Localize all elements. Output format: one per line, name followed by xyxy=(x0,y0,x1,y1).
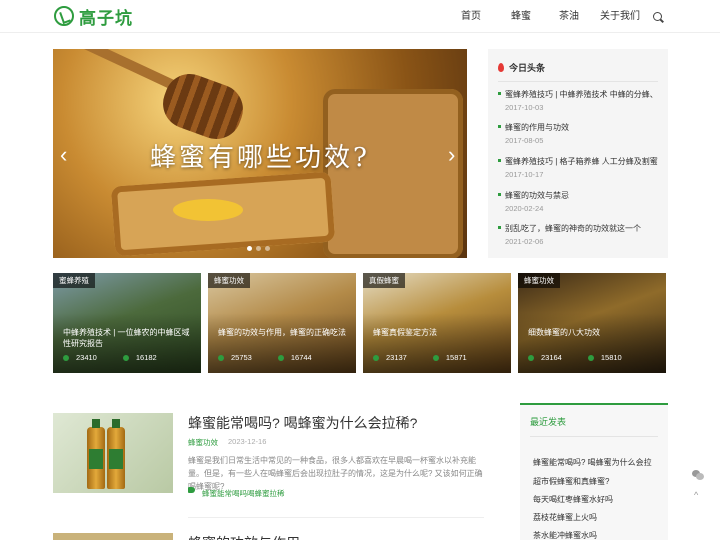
card-tag[interactable]: 真假蜂蜜 xyxy=(363,273,405,288)
card-title[interactable]: 蜂蜜真假鉴定方法 xyxy=(373,327,503,338)
slider-dots xyxy=(247,246,270,251)
headline-date: 2017-10-03 xyxy=(505,103,544,112)
eye-icon xyxy=(528,354,534,361)
headline-title[interactable]: 蜂蜜的作用与功效 xyxy=(498,122,658,133)
slider-dot[interactable] xyxy=(247,246,252,251)
card-title[interactable]: 中蜂养殖技术 | 一位蜂农的中蜂区域性研究报告 xyxy=(63,327,193,349)
slider-prev-icon[interactable]: ‹ xyxy=(60,142,67,168)
headline-date: 2021-02-06 xyxy=(505,237,544,246)
fire-icon xyxy=(498,63,504,72)
article-thumbnail[interactable] xyxy=(53,413,173,493)
site-header: 高子坑 首页 蜂蜜 茶油 关于我们 xyxy=(0,0,720,33)
eye-icon xyxy=(63,354,69,361)
comment-icon xyxy=(122,354,129,361)
slider-honey xyxy=(173,199,243,221)
article-title[interactable]: 蜂蜜能常喝吗? 喝蜂蜜为什么会拉稀? xyxy=(188,413,417,433)
headline-item[interactable]: 蜜蜂养殖技巧 | 格子箱养蜂 人工分蜂及割蜜管 2017-10-17 xyxy=(498,156,658,179)
logo-text: 高子坑 xyxy=(79,8,133,28)
card-views: 23137 xyxy=(386,353,407,362)
recent-post-link[interactable]: 茶水能冲蜂蜜水吗 xyxy=(533,530,597,540)
honey-bottle xyxy=(107,419,125,489)
category-card[interactable]: 蜂蜜功效 细数蜂蜜的八大功效 23164 15810 xyxy=(518,273,666,373)
article-tag[interactable]: 蜂蜜能常喝吗 xyxy=(202,488,247,499)
slider-dot[interactable] xyxy=(256,246,261,251)
card-views: 25753 xyxy=(231,353,252,362)
card-title[interactable]: 蜂蜜的功效与作用，蜂蜜的正确吃法 xyxy=(218,327,348,338)
card-title[interactable]: 细数蜂蜜的八大功效 xyxy=(528,327,658,338)
logo-icon xyxy=(54,6,74,26)
article-category[interactable]: 蜂蜜功效 xyxy=(188,437,218,448)
recent-posts-title: 最近发表 xyxy=(530,415,658,437)
card-meta: 23164 15810 xyxy=(528,353,622,362)
headlines-title: 今日头条 xyxy=(509,63,546,73)
card-tag[interactable]: 蜂蜜功效 xyxy=(518,273,560,288)
recent-posts-panel: 最近发表 蜂蜜能常喝吗? 喝蜂蜜为什么会拉 超市假蜂蜜和真蜂蜜? 每天喝红枣蜂蜜… xyxy=(520,403,668,540)
category-card[interactable]: 蜜蜂养殖 中蜂养殖技术 | 一位蜂农的中蜂区域性研究报告 23410 16182 xyxy=(53,273,201,373)
category-card[interactable]: 真假蜂蜜 蜂蜜真假鉴定方法 23137 15871 xyxy=(363,273,511,373)
slider-title: 蜂蜜有哪些功效? xyxy=(150,143,370,173)
headline-item[interactable]: 别乱吃了，蜂蜜的神奇的功效就这一个 2021-02-06 xyxy=(498,223,658,246)
card-views: 23410 xyxy=(76,353,97,362)
headline-title[interactable]: 别乱吃了，蜂蜜的神奇的功效就这一个 xyxy=(498,223,658,234)
eye-icon xyxy=(373,354,379,361)
nav-home[interactable]: 首页 xyxy=(461,0,481,33)
headlines-panel: 今日头条 蜜蜂养殖技巧 | 中蜂养殖技术 中蜂的分蜂、换 2017-10-03 … xyxy=(488,49,668,258)
search-icon[interactable] xyxy=(653,12,662,21)
card-likes: 16182 xyxy=(135,353,157,362)
article-title[interactable]: 蜂蜜的功效与作用 xyxy=(188,533,348,540)
headline-item[interactable]: 蜜蜂养殖技巧 | 中蜂养殖技术 中蜂的分蜂、换 2017-10-03 xyxy=(498,89,658,112)
headline-item[interactable]: 蜂蜜的功效与禁忌 2020-02-24 xyxy=(498,190,658,213)
slider-next-icon[interactable]: › xyxy=(448,142,455,168)
headline-item[interactable]: 蜂蜜的作用与功效 2017-08-05 xyxy=(498,122,658,145)
wechat-icon[interactable] xyxy=(692,470,704,480)
article-thumbnail[interactable] xyxy=(53,533,173,540)
nav-honey[interactable]: 蜂蜜 xyxy=(511,0,531,33)
category-card[interactable]: 蜂蜜功效 蜂蜜的功效与作用，蜂蜜的正确吃法 25753 16744 xyxy=(208,273,356,373)
card-likes: 15810 xyxy=(600,353,622,362)
back-to-top-icon[interactable]: ^ xyxy=(694,490,698,500)
headline-title[interactable]: 蜜蜂养殖技巧 | 中蜂养殖技术 中蜂的分蜂、换 xyxy=(498,89,658,100)
recent-post-link[interactable]: 每天喝红枣蜂蜜水好吗 xyxy=(533,494,613,505)
slider-dot[interactable] xyxy=(265,246,270,251)
comment-icon xyxy=(432,354,439,361)
headline-date: 2020-02-24 xyxy=(505,204,544,213)
card-meta: 23410 16182 xyxy=(63,353,157,362)
nav-tea-oil[interactable]: 茶油 xyxy=(559,0,579,33)
card-views: 23164 xyxy=(541,353,562,362)
headline-date: 2017-08-05 xyxy=(505,136,544,145)
headline-title[interactable]: 蜂蜜的功效与禁忌 xyxy=(498,190,658,201)
eye-icon xyxy=(218,354,224,361)
card-likes: 15871 xyxy=(445,353,467,362)
card-likes: 16744 xyxy=(290,353,312,362)
card-meta: 25753 16744 xyxy=(218,353,312,362)
headline-title[interactable]: 蜜蜂养殖技巧 | 格子箱养蜂 人工分蜂及割蜜管 xyxy=(498,156,658,167)
headlines-header: 今日头条 xyxy=(498,61,658,82)
divider xyxy=(188,517,484,518)
honey-bottle xyxy=(87,419,105,489)
card-tag[interactable]: 蜜蜂养殖 xyxy=(53,273,95,288)
card-meta: 23137 15871 xyxy=(373,353,467,362)
slider-dipper-stick xyxy=(76,49,180,92)
recent-post-link[interactable]: 蜂蜜能常喝吗? 喝蜂蜜为什么会拉 xyxy=(533,457,652,468)
article-date: 2023-12-16 xyxy=(228,437,267,446)
article-tag[interactable]: 喝蜂蜜拉稀 xyxy=(247,488,285,499)
site-logo[interactable]: 高子坑 xyxy=(54,5,133,28)
comment-icon xyxy=(277,354,284,361)
tag-icon xyxy=(188,487,195,493)
hero-slider[interactable]: 蜂蜜有哪些功效? ‹ › xyxy=(53,49,467,258)
comment-icon xyxy=(587,354,594,361)
recent-post-link[interactable]: 荔枝花蜂蜜上火吗 xyxy=(533,512,597,523)
nav-about[interactable]: 关于我们 xyxy=(600,0,640,33)
headline-date: 2017-10-17 xyxy=(505,170,544,179)
recent-post-link[interactable]: 超市假蜂蜜和真蜂蜜? xyxy=(533,476,609,487)
card-tag[interactable]: 蜂蜜功效 xyxy=(208,273,250,288)
